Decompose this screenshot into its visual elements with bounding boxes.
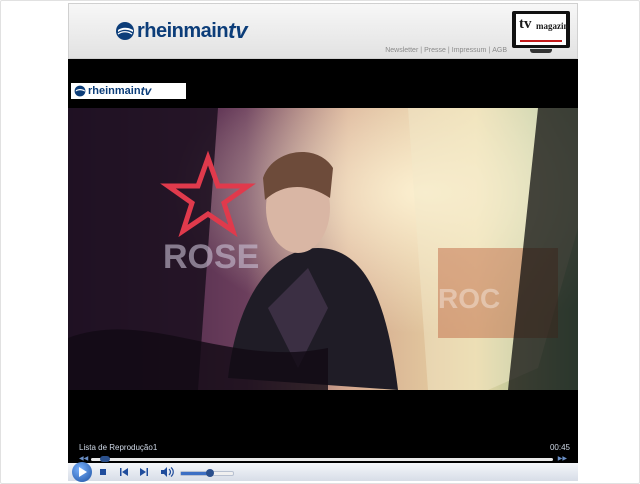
nav-link-agb[interactable]: AGB (492, 47, 507, 54)
playlist-label: Lista de Reprodução1 (79, 443, 158, 452)
tv-stand (530, 49, 552, 53)
watermark-suffix: tv (140, 84, 152, 98)
seek-knob[interactable] (99, 456, 110, 462)
tv-screen-icon: tv magazin (512, 11, 570, 48)
stop-button[interactable] (98, 467, 108, 477)
watermark-logo-icon (74, 85, 86, 97)
volume-icon[interactable] (160, 467, 174, 477)
logo-text: rheinmain (137, 19, 229, 42)
video-image: ROSE ROC (68, 108, 578, 390)
nav-separator: | (488, 47, 491, 54)
fast-forward-icon[interactable]: ▶▶ (558, 455, 567, 462)
nav-link-impressum[interactable]: Impressum (452, 47, 487, 54)
nav-separator: | (447, 47, 450, 54)
tv-magazin-badge[interactable]: tv magazin (510, 10, 574, 53)
video-player: ROSE ROC rheinmain tv Lista de Reproduçã… (68, 59, 578, 482)
channel-watermark: rheinmain tv (71, 83, 186, 99)
rewind-icon[interactable]: ◀◀ (79, 455, 88, 462)
svg-text:ROSE: ROSE (163, 238, 259, 276)
elapsed-time: 00:45 (549, 443, 570, 452)
site-logo[interactable]: rheinmain tv (115, 18, 248, 44)
header-nav: Newsletter | Presse | Impressum | AGB (385, 47, 507, 54)
site-container: rheinmain tv Newsletter | Presse | Impressum… (68, 3, 578, 482)
next-track-icon[interactable] (139, 467, 149, 477)
tv-badge-sub: magazin (536, 21, 569, 31)
svg-text:ROC: ROC (438, 283, 500, 314)
nav-link-presse[interactable]: Presse (424, 47, 446, 54)
volume-slider[interactable] (180, 469, 234, 477)
play-button[interactable] (72, 462, 92, 482)
control-bar (68, 462, 578, 482)
seek-bar[interactable] (91, 458, 553, 461)
logo-mark-icon (116, 22, 134, 40)
tv-badge-main: tv (519, 16, 532, 32)
nav-separator: | (420, 47, 423, 54)
nav-link-newsletter[interactable]: Newsletter (385, 47, 418, 54)
site-header: rheinmain tv Newsletter | Presse | Impressum… (68, 3, 578, 59)
tv-badge-underline (520, 40, 562, 42)
previous-track-icon[interactable] (119, 467, 129, 477)
watermark-text: rheinmain (88, 85, 141, 97)
video-frame[interactable]: ROSE ROC (68, 108, 578, 390)
logo-suffix: tv (228, 18, 248, 43)
volume-knob[interactable] (205, 469, 214, 477)
